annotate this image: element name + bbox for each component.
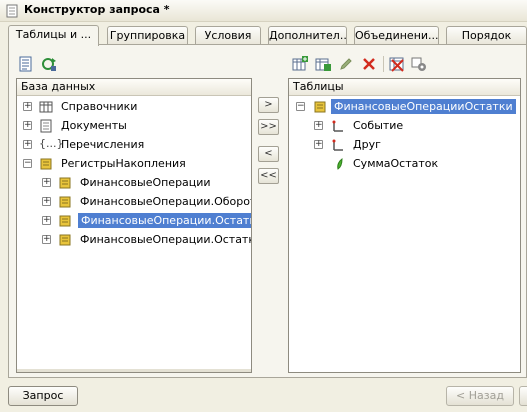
register-icon — [59, 215, 71, 227]
window-title: Конструктор запроса * — [24, 3, 170, 16]
tree-item-register-turnovers[interactable]: + ФинансовыеОперации.Обороты — [17, 193, 251, 211]
expand-icon[interactable]: + — [23, 140, 32, 149]
tree-item-register-balances-turnovers[interactable]: + ФинансовыеОперации.ОстаткиИ — [17, 231, 251, 249]
register-icon — [314, 101, 326, 113]
expand-icon[interactable]: + — [314, 121, 323, 130]
selected-table-label: ФинансовыеОперацииОстатки — [331, 99, 516, 114]
register-icon — [59, 196, 71, 208]
tree-item-field-balance[interactable]: СуммаОстаток — [289, 155, 520, 173]
catalog-icon — [39, 101, 53, 113]
query-button[interactable]: Запрос — [8, 386, 78, 406]
tree-item-enums[interactable]: + {...} Перечисления — [17, 136, 251, 154]
add-all-button[interactable]: >> — [258, 119, 279, 135]
tab-tables[interactable]: Таблицы и ... — [8, 25, 99, 46]
expand-icon[interactable]: + — [314, 140, 323, 149]
dimension-icon — [332, 120, 343, 132]
collapse-icon[interactable]: − — [23, 159, 32, 168]
expand-icon[interactable]: + — [42, 197, 51, 206]
resource-icon — [337, 158, 343, 170]
tree-item-catalogs[interactable]: + Справочники — [17, 98, 251, 116]
refresh-icon[interactable] — [41, 56, 57, 72]
collapse-icon[interactable]: − — [296, 102, 305, 111]
tree-item-accumulation-registers[interactable]: − РегистрыНакопления — [17, 155, 251, 173]
query-builder-window: Конструктор запроса * Таблицы и ... Груп… — [0, 0, 527, 412]
expand-icon[interactable]: + — [42, 178, 51, 187]
expand-icon[interactable]: + — [23, 102, 32, 111]
tree-item-register-balances[interactable]: + ФинансовыеОперации.Остатки — [17, 212, 251, 230]
tab-unions[interactable]: Объединени... — [354, 26, 439, 45]
expand-icon[interactable]: + — [42, 216, 51, 225]
horizontal-scrollbar[interactable] — [17, 369, 251, 372]
remove-selected-button[interactable]: < — [258, 146, 279, 162]
tree-item-field-friend[interactable]: + Друг — [289, 136, 520, 154]
tree-item-selected-table[interactable]: − ФинансовыеОперацииОстатки — [289, 98, 520, 116]
selected-item-label: ФинансовыеОперации.Остатки — [78, 213, 251, 228]
settings-icon[interactable] — [411, 56, 427, 72]
tree-item-register[interactable]: + ФинансовыеОперации — [17, 174, 251, 192]
remove-all-button[interactable]: << — [258, 168, 279, 184]
dimension-icon — [332, 139, 343, 151]
title-bar: Конструктор запроса * — [0, 0, 527, 22]
add-table-icon[interactable] — [292, 56, 308, 72]
enum-icon: {...} — [39, 137, 64, 150]
document-icon — [6, 4, 18, 18]
clear-tables-icon[interactable] — [389, 56, 405, 72]
tree-item-documents[interactable]: + Документы — [17, 117, 251, 135]
database-tree-header: База данных — [17, 79, 251, 96]
nested-query-icon[interactable] — [315, 56, 331, 72]
next-button-partial[interactable] — [519, 386, 527, 406]
tables-tree-header: Таблицы — [289, 79, 520, 96]
tab-strip: Таблицы и ... Группировка Условия Дополн… — [8, 25, 527, 46]
document-icon — [40, 119, 52, 133]
edit-icon[interactable] — [338, 56, 354, 72]
add-selected-button[interactable]: > — [258, 97, 279, 113]
list-view-icon[interactable] — [18, 56, 34, 72]
tab-conditions[interactable]: Условия — [195, 26, 261, 45]
tables-tree[interactable]: Таблицы − ФинансовыеОперацииОстатки + Со… — [288, 78, 521, 373]
tab-order[interactable]: Порядок — [446, 26, 527, 45]
tab-additional[interactable]: Дополнител... — [268, 26, 347, 45]
database-tree[interactable]: База данных + Справочники + Документы + — [16, 78, 252, 373]
register-icon — [59, 234, 71, 246]
tab-grouping[interactable]: Группировка — [107, 26, 188, 45]
delete-icon[interactable] — [361, 56, 377, 72]
toolbar-separator — [383, 56, 384, 72]
register-icon — [40, 158, 52, 170]
expand-icon[interactable]: + — [23, 121, 32, 130]
tree-item-field-event[interactable]: + Событие — [289, 117, 520, 135]
register-icon — [59, 177, 71, 189]
expand-icon[interactable]: + — [42, 235, 51, 244]
back-button[interactable]: < Назад — [446, 386, 514, 406]
